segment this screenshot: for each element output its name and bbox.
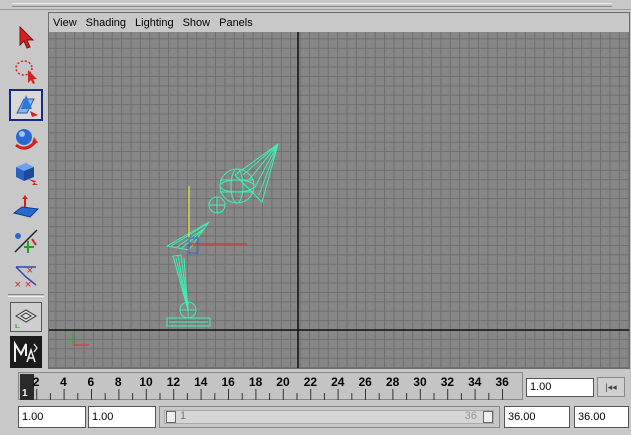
menu-view[interactable]: View [53, 17, 77, 29]
single-perspective-layout-button[interactable] [10, 302, 42, 332]
svg-text:×: × [26, 266, 34, 276]
time-tick-label: 30 [413, 375, 427, 389]
maya-logo [10, 336, 42, 368]
range-end-handle[interactable] [483, 411, 493, 423]
svg-text:× ×: × × [14, 280, 32, 289]
toolbox: × × × [6, 18, 46, 370]
3d-viewport[interactable] [49, 32, 629, 368]
time-tick-label: 22 [303, 375, 318, 389]
menu-panels[interactable]: Panels [219, 17, 253, 29]
time-tick-label: 4 [60, 375, 67, 389]
time-tick-label: 12 [166, 375, 181, 389]
move-manipulator[interactable] [188, 186, 247, 254]
playback-end-field[interactable]: 36.00 [504, 406, 570, 428]
time-slider[interactable]: 1 2 4 6 8 10 12 14 16 18 20 22 24 26 28 30 32 34 36 1.00 … [0, 370, 631, 402]
lamp-wireframe[interactable] [165, 142, 279, 327]
time-tick-label: 14 [194, 375, 208, 389]
single-perspective-layout-icon [15, 309, 37, 328]
soft-mod-tool-icon [12, 195, 40, 218]
move-tool-icon [16, 95, 38, 117]
time-tick-label: 36 [495, 375, 509, 389]
panel-menu-bar: View Shading Lighting Show Panels [49, 13, 629, 32]
show-manipulator-button[interactable] [9, 225, 43, 257]
show-manipulator-icon [14, 229, 38, 253]
current-time-field[interactable]: 1.00 [526, 378, 594, 397]
end-time-field[interactable]: 36.00 [574, 406, 629, 428]
time-tick-label: 20 [276, 375, 290, 389]
time-tick-label: 16 [221, 375, 235, 389]
time-slider-tick-labels: 2 4 6 8 10 12 14 16 18 20 22 24 26 28 30 32 34 36 [18, 372, 523, 400]
start-time-field[interactable]: 1.00 [18, 406, 86, 428]
step-back-to-start-icon: |◂◂ [605, 381, 617, 392]
menu-show[interactable]: Show [183, 17, 211, 29]
range-start-handle[interactable] [166, 411, 176, 423]
time-tick-label: 8 [114, 375, 122, 389]
step-back-to-start-button[interactable]: |◂◂ [597, 377, 625, 397]
playback-start-field[interactable]: 1.00 [88, 406, 156, 428]
ik-handle-icon: × × × [14, 266, 37, 289]
select-tool-button[interactable] [9, 21, 43, 53]
view-axis-indicator [72, 332, 89, 346]
range-slider[interactable]: 1 36 [159, 406, 500, 428]
time-tick-label: 10 [139, 375, 153, 389]
menu-lighting[interactable]: Lighting [135, 17, 174, 29]
scale-tool-icon [16, 163, 38, 185]
time-tick-label: 32 [440, 375, 455, 389]
select-tool-icon [19, 25, 35, 49]
scale-tool-button[interactable] [9, 157, 43, 189]
time-tick-label: 26 [358, 375, 372, 389]
time-tick-label: 2 [32, 375, 40, 389]
range-start-label: 1 [180, 410, 187, 422]
toolbox-divider [8, 294, 44, 297]
move-tool-button[interactable] [9, 89, 43, 121]
lasso-tool-button[interactable] [9, 55, 43, 87]
top-toolbar-strip [0, 0, 631, 10]
rotate-tool-button[interactable] [9, 123, 43, 155]
soft-mod-tool-button[interactable] [9, 191, 43, 223]
time-tick-label: 34 [468, 375, 482, 389]
range-end-label: 36 [464, 410, 477, 422]
menu-shading[interactable]: Shading [86, 17, 126, 29]
time-tick-label: 24 [331, 375, 345, 389]
time-tick-label: 18 [248, 375, 263, 389]
viewport-scene [49, 32, 629, 368]
maya-logo-icon [14, 340, 38, 363]
lasso-tool-icon [15, 60, 37, 84]
toolbar-grip[interactable] [12, 3, 612, 7]
range-slider-bar[interactable] [164, 410, 494, 424]
rotate-tool-icon [15, 129, 38, 150]
viewport-panel: View Shading Lighting Show Panels [48, 12, 630, 369]
time-tick-label: 28 [385, 375, 400, 389]
range-slider-row: 1.00 1.00 1 36 36.00 36.00 [0, 403, 631, 435]
ik-handle-button[interactable]: × × × [9, 259, 43, 291]
time-tick-label: 6 [87, 375, 95, 389]
